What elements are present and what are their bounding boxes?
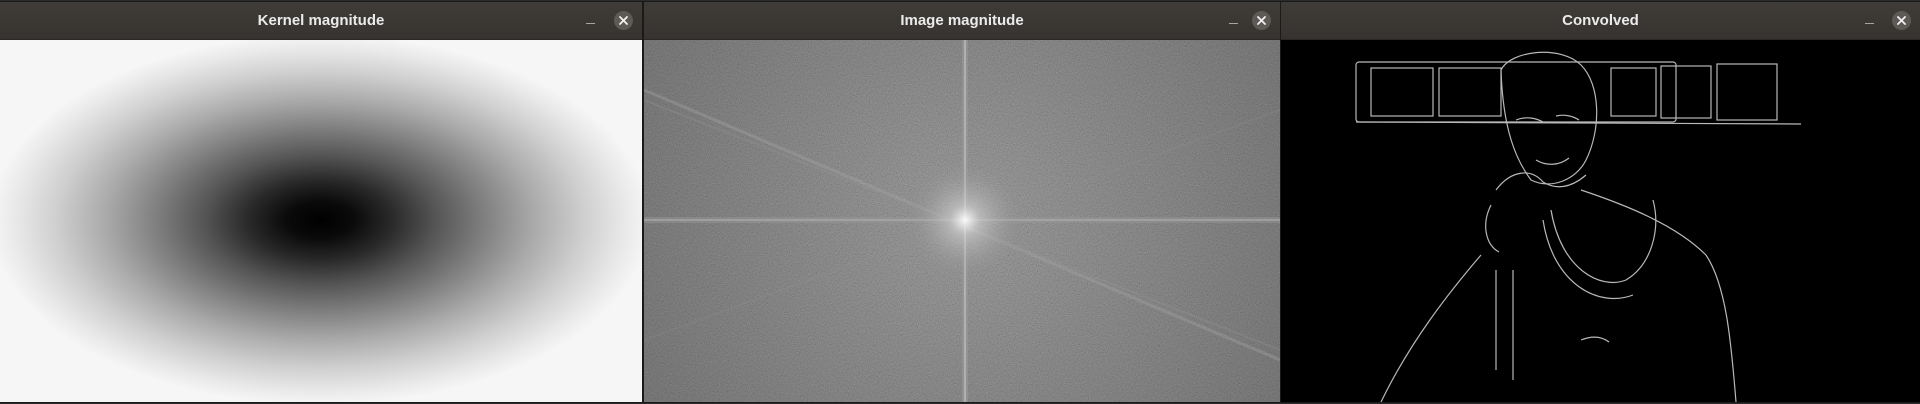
minimize-icon xyxy=(1865,23,1874,24)
window-title: Kernel magnitude xyxy=(257,12,385,29)
close-button[interactable] xyxy=(614,11,633,30)
kernel-magnitude-image xyxy=(0,40,642,402)
minimize-button[interactable] xyxy=(1859,2,1881,39)
close-icon xyxy=(619,16,628,25)
convolved-image xyxy=(1281,40,1920,402)
close-button[interactable] xyxy=(1252,11,1271,30)
minimize-icon xyxy=(1229,23,1238,24)
spectrum-plot xyxy=(644,40,1280,402)
close-icon xyxy=(1257,16,1266,25)
close-button[interactable] xyxy=(1892,11,1911,30)
window-title: Convolved xyxy=(1562,12,1639,29)
minimize-button[interactable] xyxy=(1223,2,1245,39)
titlebar[interactable]: Image magnitude xyxy=(644,2,1280,40)
minimize-icon xyxy=(586,23,595,24)
edge-image xyxy=(1355,51,1802,402)
window-title: Image magnitude xyxy=(900,12,1024,29)
convolved-window[interactable]: Convolved xyxy=(1281,2,1920,402)
close-icon xyxy=(1897,16,1906,25)
titlebar[interactable]: Kernel magnitude xyxy=(0,2,642,40)
minimize-button[interactable] xyxy=(580,2,602,39)
desktop: Kernel magnitude Image magnitude Convolv… xyxy=(0,0,1920,404)
kernel-magnitude-window[interactable]: Kernel magnitude xyxy=(0,2,642,402)
image-magnitude-image xyxy=(644,40,1280,402)
image-magnitude-window[interactable]: Image magnitude xyxy=(644,2,1280,402)
titlebar[interactable]: Convolved xyxy=(1281,2,1920,40)
